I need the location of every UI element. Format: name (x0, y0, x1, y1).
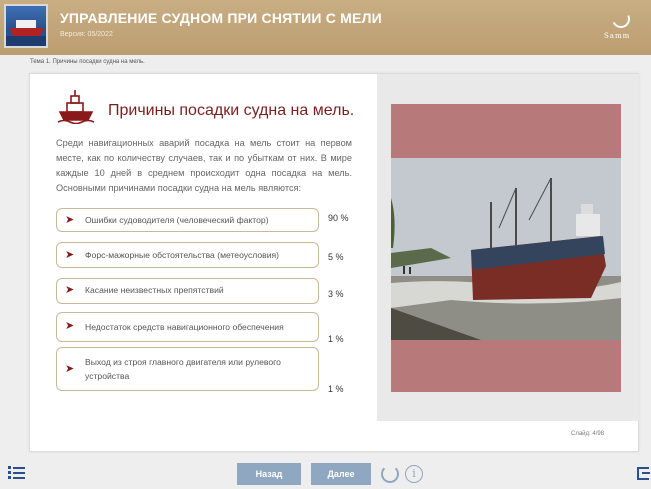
cause-label: Ошибки судоводителя (человеческий фактор… (85, 215, 269, 225)
next-button[interactable]: Далее (311, 463, 371, 485)
cause-item[interactable]: ➤ Выход из строя главного двигателя или … (56, 347, 319, 391)
breadcrumb: Тема 1. Причины посадки судна на мель. (30, 59, 145, 65)
cause-percent: 5 % (328, 252, 344, 262)
cause-label: Недостаток средств навигационного обеспе… (85, 322, 284, 332)
slide-card: Причины посадки судна на мель. Среди нав… (29, 73, 639, 452)
reload-icon[interactable] (381, 465, 399, 483)
cause-item[interactable]: ➤ Касание неизвестных препятствий (56, 278, 319, 304)
app-version: Версия: 05/2022 (60, 31, 113, 38)
cause-percent: 1 % (328, 384, 344, 394)
menu-list-icon[interactable] (8, 466, 26, 480)
photo-frame (391, 104, 621, 392)
chevron-right-icon: ➤ (65, 214, 75, 226)
chevron-right-icon: ➤ (65, 284, 75, 296)
app-title: УПРАВЛЕНИЕ СУДНОМ ПРИ СНЯТИИ С МЕЛИ (60, 10, 382, 26)
back-button[interactable]: Назад (237, 463, 301, 485)
cause-item[interactable]: ➤ Форс-мажорные обстоятельства (метеоусл… (56, 242, 319, 268)
cause-percent: 90 % (328, 213, 349, 223)
ship-icon (57, 90, 95, 124)
chevron-right-icon: ➤ (65, 363, 75, 375)
cause-item[interactable]: ➤ Недостаток средств навигационного обес… (56, 312, 319, 342)
exit-icon[interactable] (637, 467, 650, 480)
brand-text: Samm (604, 32, 631, 40)
cause-item[interactable]: ➤ Ошибки судоводителя (человеческий факт… (56, 208, 319, 232)
hook-icon (609, 7, 633, 31)
app-header: УПРАВЛЕНИЕ СУДНОМ ПРИ СНЯТИИ С МЕЛИ Верс… (0, 0, 651, 55)
cause-label: Касание неизвестных препятствий (85, 285, 224, 295)
grounded-ship-photo (391, 158, 621, 340)
chevron-right-icon: ➤ (65, 320, 75, 332)
slide-title: Причины посадки судна на мель. (108, 102, 355, 119)
brand-logo: Samm (604, 7, 638, 44)
cause-percent: 1 % (328, 334, 344, 344)
cause-label: Форс-мажорные обстоятельства (метеоуслов… (85, 250, 280, 260)
cause-label: Выход из строя главного двигателя или ру… (85, 357, 281, 381)
intro-text: Среди навигационных аварий посадка на ме… (56, 138, 352, 193)
app-logo (4, 4, 48, 48)
cause-percent: 3 % (328, 289, 344, 299)
info-icon[interactable]: i (405, 465, 423, 483)
chevron-right-icon: ➤ (65, 249, 75, 261)
photo-panel (377, 74, 639, 421)
slide-counter: Слайд: 4/98 (571, 431, 605, 437)
